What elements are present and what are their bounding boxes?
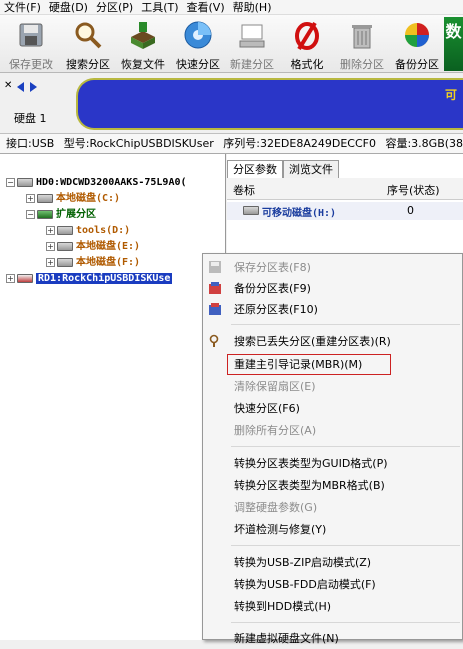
menu-item-convert-mbr[interactable]: 转换分区表类型为MBR格式(B) [203, 475, 462, 496]
menu-item-bad-sector[interactable]: 坏道检测与修复(Y) [203, 519, 462, 540]
expand-icon[interactable]: + [26, 193, 35, 203]
recover-file-button[interactable]: 恢复文件 [116, 17, 170, 71]
restore-table-icon [209, 303, 221, 315]
collapse-icon[interactable]: − [6, 177, 15, 187]
save-table-icon [209, 261, 221, 273]
disk-map-text: 可 [444, 88, 457, 102]
search-icon [75, 22, 102, 49]
menu-disk[interactable]: 硬盘(D) [45, 0, 92, 15]
partition-icon [57, 241, 73, 251]
menu-item-search-lost[interactable]: 搜索已丢失分区(重建分区表)(R) [203, 331, 462, 352]
expand-icon[interactable]: + [46, 241, 55, 251]
menu-item-usb-zip[interactable]: 转换为USB-ZIP启动模式(Z) [203, 552, 462, 573]
format-button[interactable]: 格式化 [280, 17, 334, 71]
disk-tree: − HD0:WDCWD3200AAKS-75L9A0( + 本地磁盘(C:) − 扩展… [0, 154, 226, 640]
search-partition-button[interactable]: 搜索分区 [61, 17, 115, 71]
menu-bar: 文件(F) 硬盘(D) 分区(P) 工具(T) 查看(V) 帮助(H) [0, 0, 463, 15]
hard-disk-icon [17, 177, 33, 187]
serial-text: 序列号:32EDE8A249DECCF0 [223, 137, 376, 150]
new-partition-button[interactable]: 新建分区 [225, 17, 279, 71]
menu-item-hdd-mode[interactable]: 转换到HDD模式(H) [203, 596, 462, 617]
menu-item-restore-table[interactable]: 还原分区表(F10) [203, 299, 462, 320]
menu-partition[interactable]: 分区(P) [92, 0, 137, 15]
col-seq-header[interactable]: 序号(状态) [387, 182, 440, 198]
usb-disk-icon [17, 273, 33, 283]
highlight-box [227, 354, 391, 375]
partition-row[interactable]: 可移动磁盘(H:) 0 [227, 202, 463, 220]
next-disk-icon[interactable] [30, 82, 37, 92]
tree-item-e[interactable]: + 本地磁盘(E:) [46, 239, 140, 255]
toolbar: 保存更改 搜索分区 恢复文件 快速分区 新建分区 格式化 删除分区 备份分区 数 [0, 15, 463, 73]
backup-table-icon [209, 282, 221, 294]
tab-strip: 分区参数 浏览文件 [227, 160, 339, 178]
menu-view[interactable]: 查看(V) [183, 0, 229, 15]
backup-partition-button[interactable]: 备份分区 [390, 17, 444, 71]
disk-label: 硬盘 1 [14, 112, 47, 125]
collapse-icon[interactable]: − [26, 209, 35, 219]
disk-info-bar: 接口:USB 型号:RockChipUSBDISKUser 序列号:32EDE8… [0, 134, 463, 154]
partition-icon [57, 257, 73, 267]
quick-partition-icon [184, 21, 212, 49]
menu-help[interactable]: 帮助(H) [229, 0, 276, 15]
tree-item-hd0[interactable]: − HD0:WDCWD3200AAKS-75L9A0( [6, 175, 187, 191]
disk-map-bar[interactable]: 可 [76, 78, 463, 130]
capacity-text: 容量:3.8GB(386 [385, 137, 463, 150]
menu-item-delete-all[interactable]: 删除所有分区(A) [203, 420, 462, 441]
tab-browse-files[interactable]: 浏览文件 [283, 160, 339, 178]
expand-icon[interactable]: + [46, 225, 55, 235]
expand-icon[interactable]: + [6, 273, 15, 283]
save-changes-button[interactable]: 保存更改 [4, 17, 58, 71]
format-icon [295, 21, 319, 51]
menu-item-adjust-params[interactable]: 调整硬盘参数(G) [203, 497, 462, 518]
tree-item-extended[interactable]: − 扩展分区 [26, 207, 96, 223]
tree-item-d[interactable]: + tools(D:) [46, 223, 130, 239]
new-partition-icon [239, 24, 265, 48]
tree-item-c[interactable]: + 本地磁盘(C:) [26, 191, 120, 207]
close-disk-icon[interactable]: ✕ [4, 80, 12, 91]
menu-tools[interactable]: 工具(T) [137, 0, 182, 15]
prev-disk-icon[interactable] [17, 82, 24, 92]
menu-item-backup-table[interactable]: 备份分区表(F9) [203, 278, 462, 299]
tree-item-rd1[interactable]: + RD1:RockChipUSBDISKUse [6, 271, 173, 287]
expand-icon[interactable]: + [46, 257, 55, 267]
menu-item-convert-guid[interactable]: 转换分区表类型为GUID格式(P) [203, 453, 462, 474]
save-icon [19, 23, 43, 47]
menu-file[interactable]: 文件(F) [0, 0, 45, 15]
search-lost-icon [209, 334, 219, 347]
recover-file-icon [131, 22, 155, 49]
menu-item-usb-fdd[interactable]: 转换为USB-FDD启动模式(F) [203, 574, 462, 595]
col-label-header[interactable]: 卷标 [233, 182, 255, 198]
delete-partition-icon [352, 25, 372, 49]
extended-partition-icon [37, 209, 53, 219]
tree-item-f[interactable]: + 本地磁盘(F:) [46, 255, 140, 271]
menu-separator [231, 545, 460, 546]
backup-partition-icon [405, 23, 429, 47]
menu-separator [231, 622, 460, 623]
removable-disk-icon [243, 206, 259, 215]
tab-partition-params[interactable]: 分区参数 [227, 160, 283, 178]
partition-icon [37, 193, 53, 203]
column-header: 卷标 序号(状态) [227, 178, 463, 200]
brand-logo: 数 [444, 17, 463, 71]
quick-partition-button[interactable]: 快速分区 [171, 17, 225, 71]
menu-item-quick-partition[interactable]: 快速分区(F6) [203, 398, 462, 419]
menu-separator [231, 324, 460, 325]
delete-partition-button[interactable]: 删除分区 [335, 17, 389, 71]
menu-item-save-table[interactable]: 保存分区表(F8) [203, 257, 462, 278]
disk-bar: ✕ 硬盘 1 可 [0, 74, 463, 134]
menu-separator [231, 446, 460, 447]
context-menu: 保存分区表(F8) 备份分区表(F9) 还原分区表(F10) 搜索已丢失分区(重… [202, 253, 463, 645]
interface-text: 接口:USB [6, 137, 55, 150]
partition-icon [57, 225, 73, 235]
menu-item-new-virtual-disk[interactable]: 新建虚拟硬盘文件(N) [203, 628, 462, 649]
model-text: 型号:RockChipUSBDISKUser [63, 137, 214, 150]
menu-item-clear-reserved[interactable]: 清除保留扇区(E) [203, 376, 462, 397]
